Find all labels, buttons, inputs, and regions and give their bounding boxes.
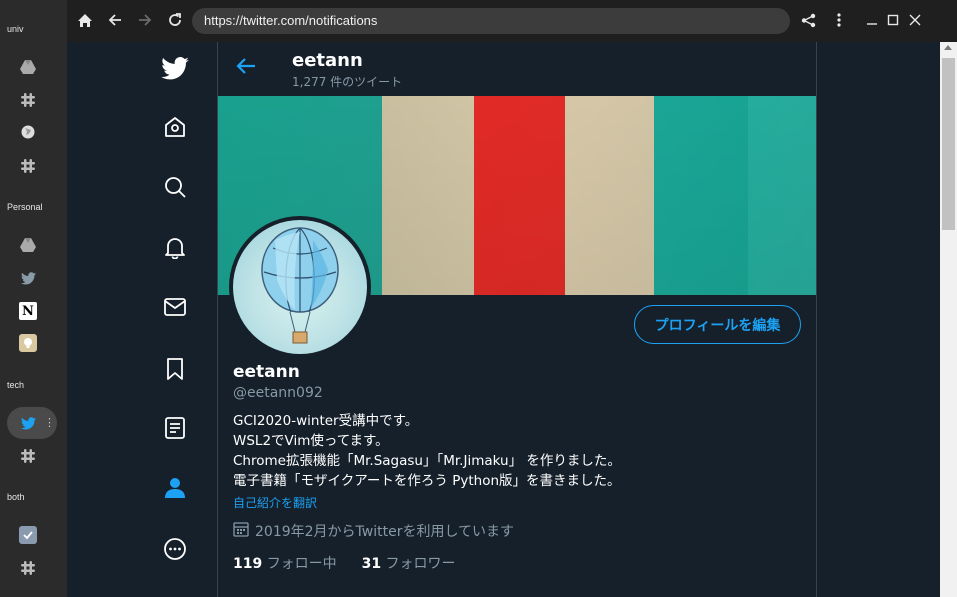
- dock-group-label: Personal: [7, 202, 43, 212]
- followers-link[interactable]: 31 フォロワー: [362, 556, 456, 572]
- following-label: フォロー中: [266, 556, 337, 572]
- minimize-icon[interactable]: [862, 10, 882, 30]
- globe-icon[interactable]: [19, 123, 37, 141]
- twitter-nav: [152, 42, 218, 597]
- bio-line: 電子書籍「モザイクアートを作ろう Python版」を書きました。: [233, 473, 621, 489]
- bio-line: Chrome拡張機能「Mr.Sagasu」「Mr.Jimaku」 を作りました。: [233, 453, 621, 469]
- slack-icon[interactable]: [19, 559, 37, 577]
- forward-arrow-icon[interactable]: [135, 10, 155, 30]
- column-divider: [816, 42, 817, 597]
- follow-stats: 119 フォロー中 31 フォロワー: [233, 553, 456, 573]
- bell-icon[interactable]: [160, 232, 190, 262]
- lists-icon[interactable]: [160, 413, 190, 443]
- reload-icon[interactable]: [165, 10, 185, 30]
- slack-icon[interactable]: [19, 447, 37, 465]
- menu-kebab-icon[interactable]: [829, 10, 849, 30]
- scroll-up-arrow-icon[interactable]: [944, 45, 952, 50]
- twitter-logo-icon[interactable]: [160, 53, 190, 83]
- following-count: 119: [233, 556, 263, 572]
- drive-icon[interactable]: [19, 58, 37, 76]
- browser-toolbar: https://twitter.com/notifications: [67, 0, 957, 42]
- header-title: eetann: [292, 50, 363, 71]
- home-icon[interactable]: [160, 112, 190, 142]
- slack-icon[interactable]: [19, 91, 37, 109]
- url-text: https://twitter.com/notifications: [204, 13, 378, 28]
- slack-icon[interactable]: [19, 157, 37, 175]
- profile-column: eetann 1,277 件のツイート プロフィールを編集 eetann @ee…: [218, 42, 816, 597]
- calendar-icon: [233, 521, 249, 541]
- notion-icon[interactable]: N: [19, 302, 37, 320]
- followers-label: フォロワー: [385, 556, 456, 572]
- back-arrow-icon[interactable]: [236, 57, 256, 79]
- check-app-icon[interactable]: [19, 526, 37, 544]
- dock-group-label: both: [7, 492, 25, 502]
- profile-bio: GCI2020-winter受講中です。 WSL2でVim使ってます。 Chro…: [233, 411, 621, 491]
- app-icon[interactable]: [19, 334, 37, 352]
- close-icon[interactable]: [905, 10, 925, 30]
- scroll-thumb[interactable]: [942, 58, 955, 230]
- more-circle-icon[interactable]: [160, 534, 190, 564]
- page-scrollbar[interactable]: [940, 42, 957, 597]
- twitter-icon[interactable]: [19, 414, 37, 432]
- dock-group-label: tech: [7, 380, 25, 390]
- tweet-count: 1,277 件のツイート: [292, 75, 403, 89]
- avatar[interactable]: [229, 216, 371, 358]
- followers-count: 31: [361, 556, 382, 572]
- join-date-text: 2019年2月からTwitterを利用しています: [255, 524, 515, 540]
- twitter-icon[interactable]: [19, 269, 37, 287]
- join-date: 2019年2月からTwitterを利用しています: [233, 521, 514, 541]
- profile-icon[interactable]: [160, 473, 190, 503]
- edit-profile-button[interactable]: プロフィールを編集: [634, 305, 801, 344]
- avatar-image: [233, 220, 367, 354]
- app-dock: univ Personal N tech ⋮ both: [0, 0, 67, 597]
- back-arrow-icon[interactable]: [105, 10, 125, 30]
- more-options-icon[interactable]: ⋮: [44, 416, 55, 430]
- following-link[interactable]: 119 フォロー中: [233, 556, 337, 572]
- drive-icon[interactable]: [19, 236, 37, 254]
- bio-line: WSL2でVim使ってます。: [233, 433, 389, 449]
- profile-handle: @eetann092: [233, 385, 323, 401]
- bio-line: GCI2020-winter受講中です。: [233, 413, 419, 429]
- bookmark-icon[interactable]: [160, 354, 190, 384]
- home-icon[interactable]: [75, 10, 95, 30]
- url-bar[interactable]: https://twitter.com/notifications: [192, 8, 790, 34]
- dock-group-label: univ: [7, 24, 24, 34]
- twitter-page: eetann 1,277 件のツイート プロフィールを編集 eetann @ee…: [67, 42, 940, 597]
- maximize-icon[interactable]: [883, 10, 903, 30]
- profile-name: eetann: [233, 362, 300, 382]
- translate-bio-link[interactable]: 自己紹介を翻訳: [233, 494, 317, 511]
- mail-icon[interactable]: [160, 292, 190, 322]
- share-icon[interactable]: [798, 10, 818, 30]
- search-icon[interactable]: [160, 172, 190, 202]
